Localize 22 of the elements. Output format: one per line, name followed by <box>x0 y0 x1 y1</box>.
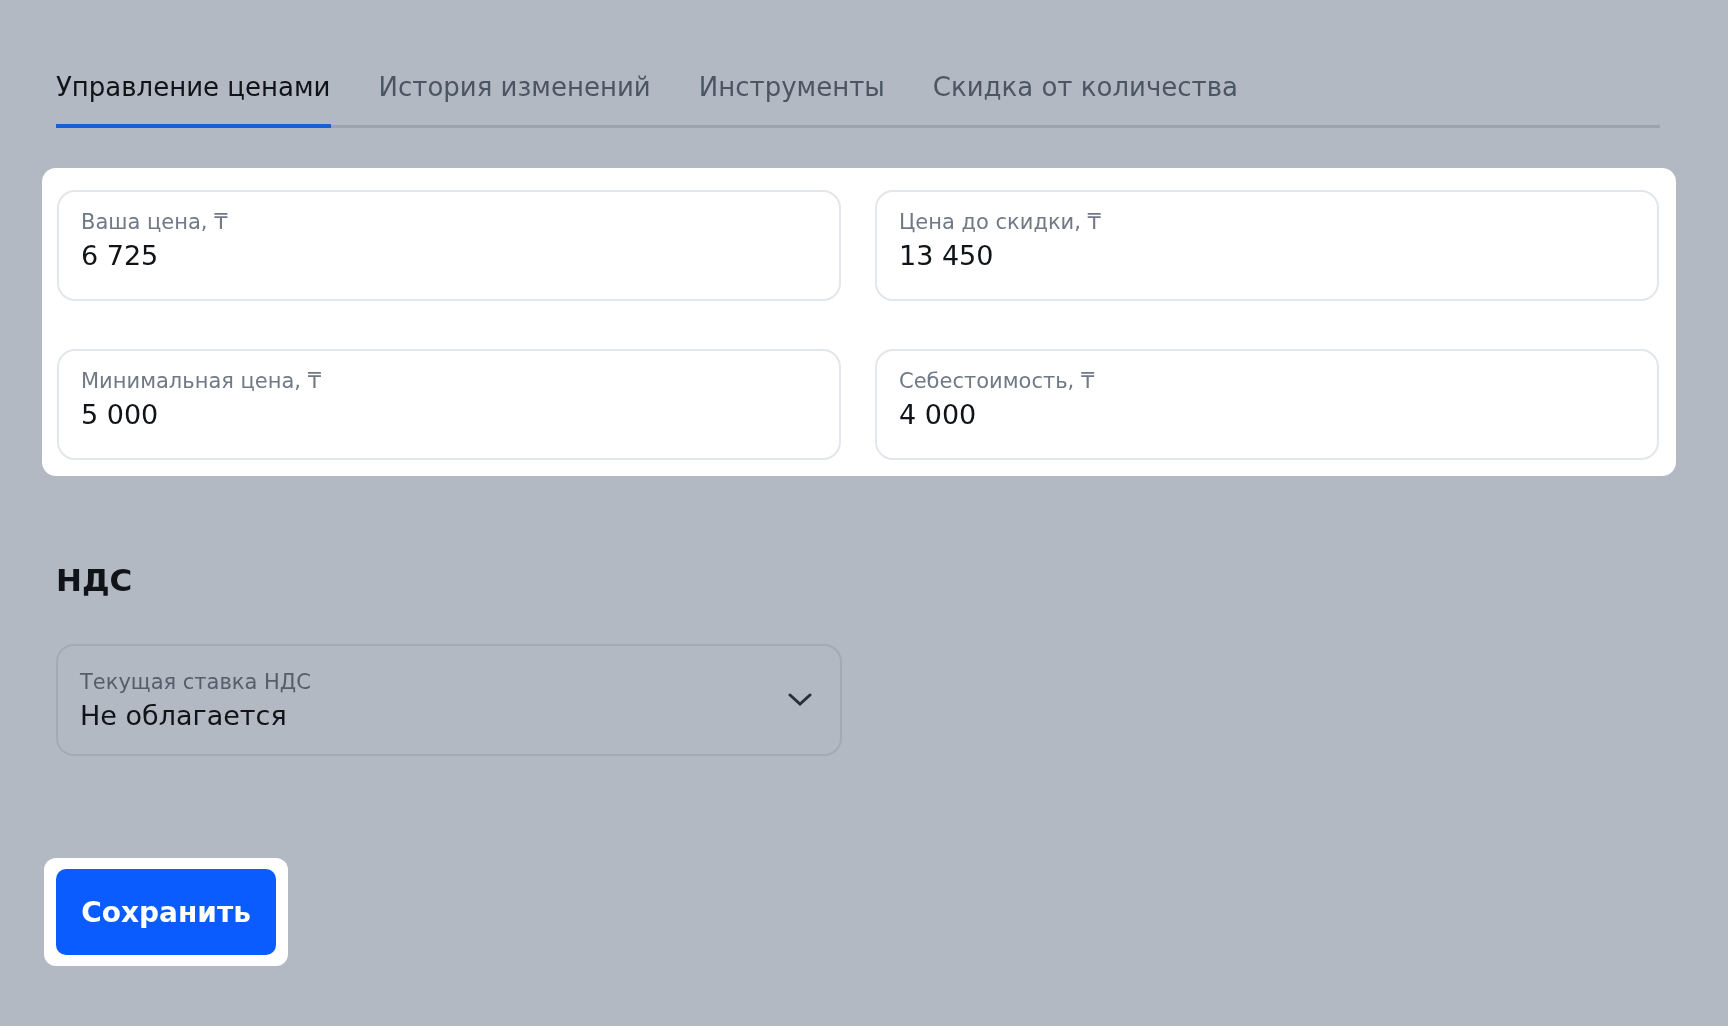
price-field[interactable]: Минимальная цена, ₸ 5 000 <box>57 349 841 460</box>
tab[interactable]: Инструменты <box>698 66 885 128</box>
field-value[interactable]: 6 725 <box>81 240 817 271</box>
price-field[interactable]: Ваша цена, ₸ 6 725 <box>57 190 841 301</box>
price-field[interactable]: Цена до скидки, ₸ 13 450 <box>875 190 1659 301</box>
save-button[interactable]: Сохранить <box>56 869 276 955</box>
price-field[interactable]: Себестоимость, ₸ 4 000 <box>875 349 1659 460</box>
field-label: Текущая ставка НДС <box>80 669 311 694</box>
field-value[interactable]: 13 450 <box>899 240 1635 271</box>
vat-select[interactable]: Текущая ставка НДС Не облагается <box>56 644 842 756</box>
tab[interactable]: Скидка от количества <box>932 66 1238 128</box>
select-value: Не облагается <box>80 699 288 731</box>
field-label: Ваша цена, ₸ <box>81 210 229 234</box>
field-value[interactable]: 4 000 <box>899 399 1635 430</box>
field-label: Минимальная цена, ₸ <box>81 369 323 393</box>
field-value[interactable]: 5 000 <box>81 399 817 430</box>
section-heading: НДС <box>56 562 134 598</box>
chevron-down-icon <box>788 693 812 707</box>
field-label: Цена до скидки, ₸ <box>899 210 1102 234</box>
tab[interactable]: Управление ценами <box>56 66 331 128</box>
field-label: Себестоимость, ₸ <box>899 369 1096 393</box>
tab[interactable]: История изменений <box>378 66 651 128</box>
